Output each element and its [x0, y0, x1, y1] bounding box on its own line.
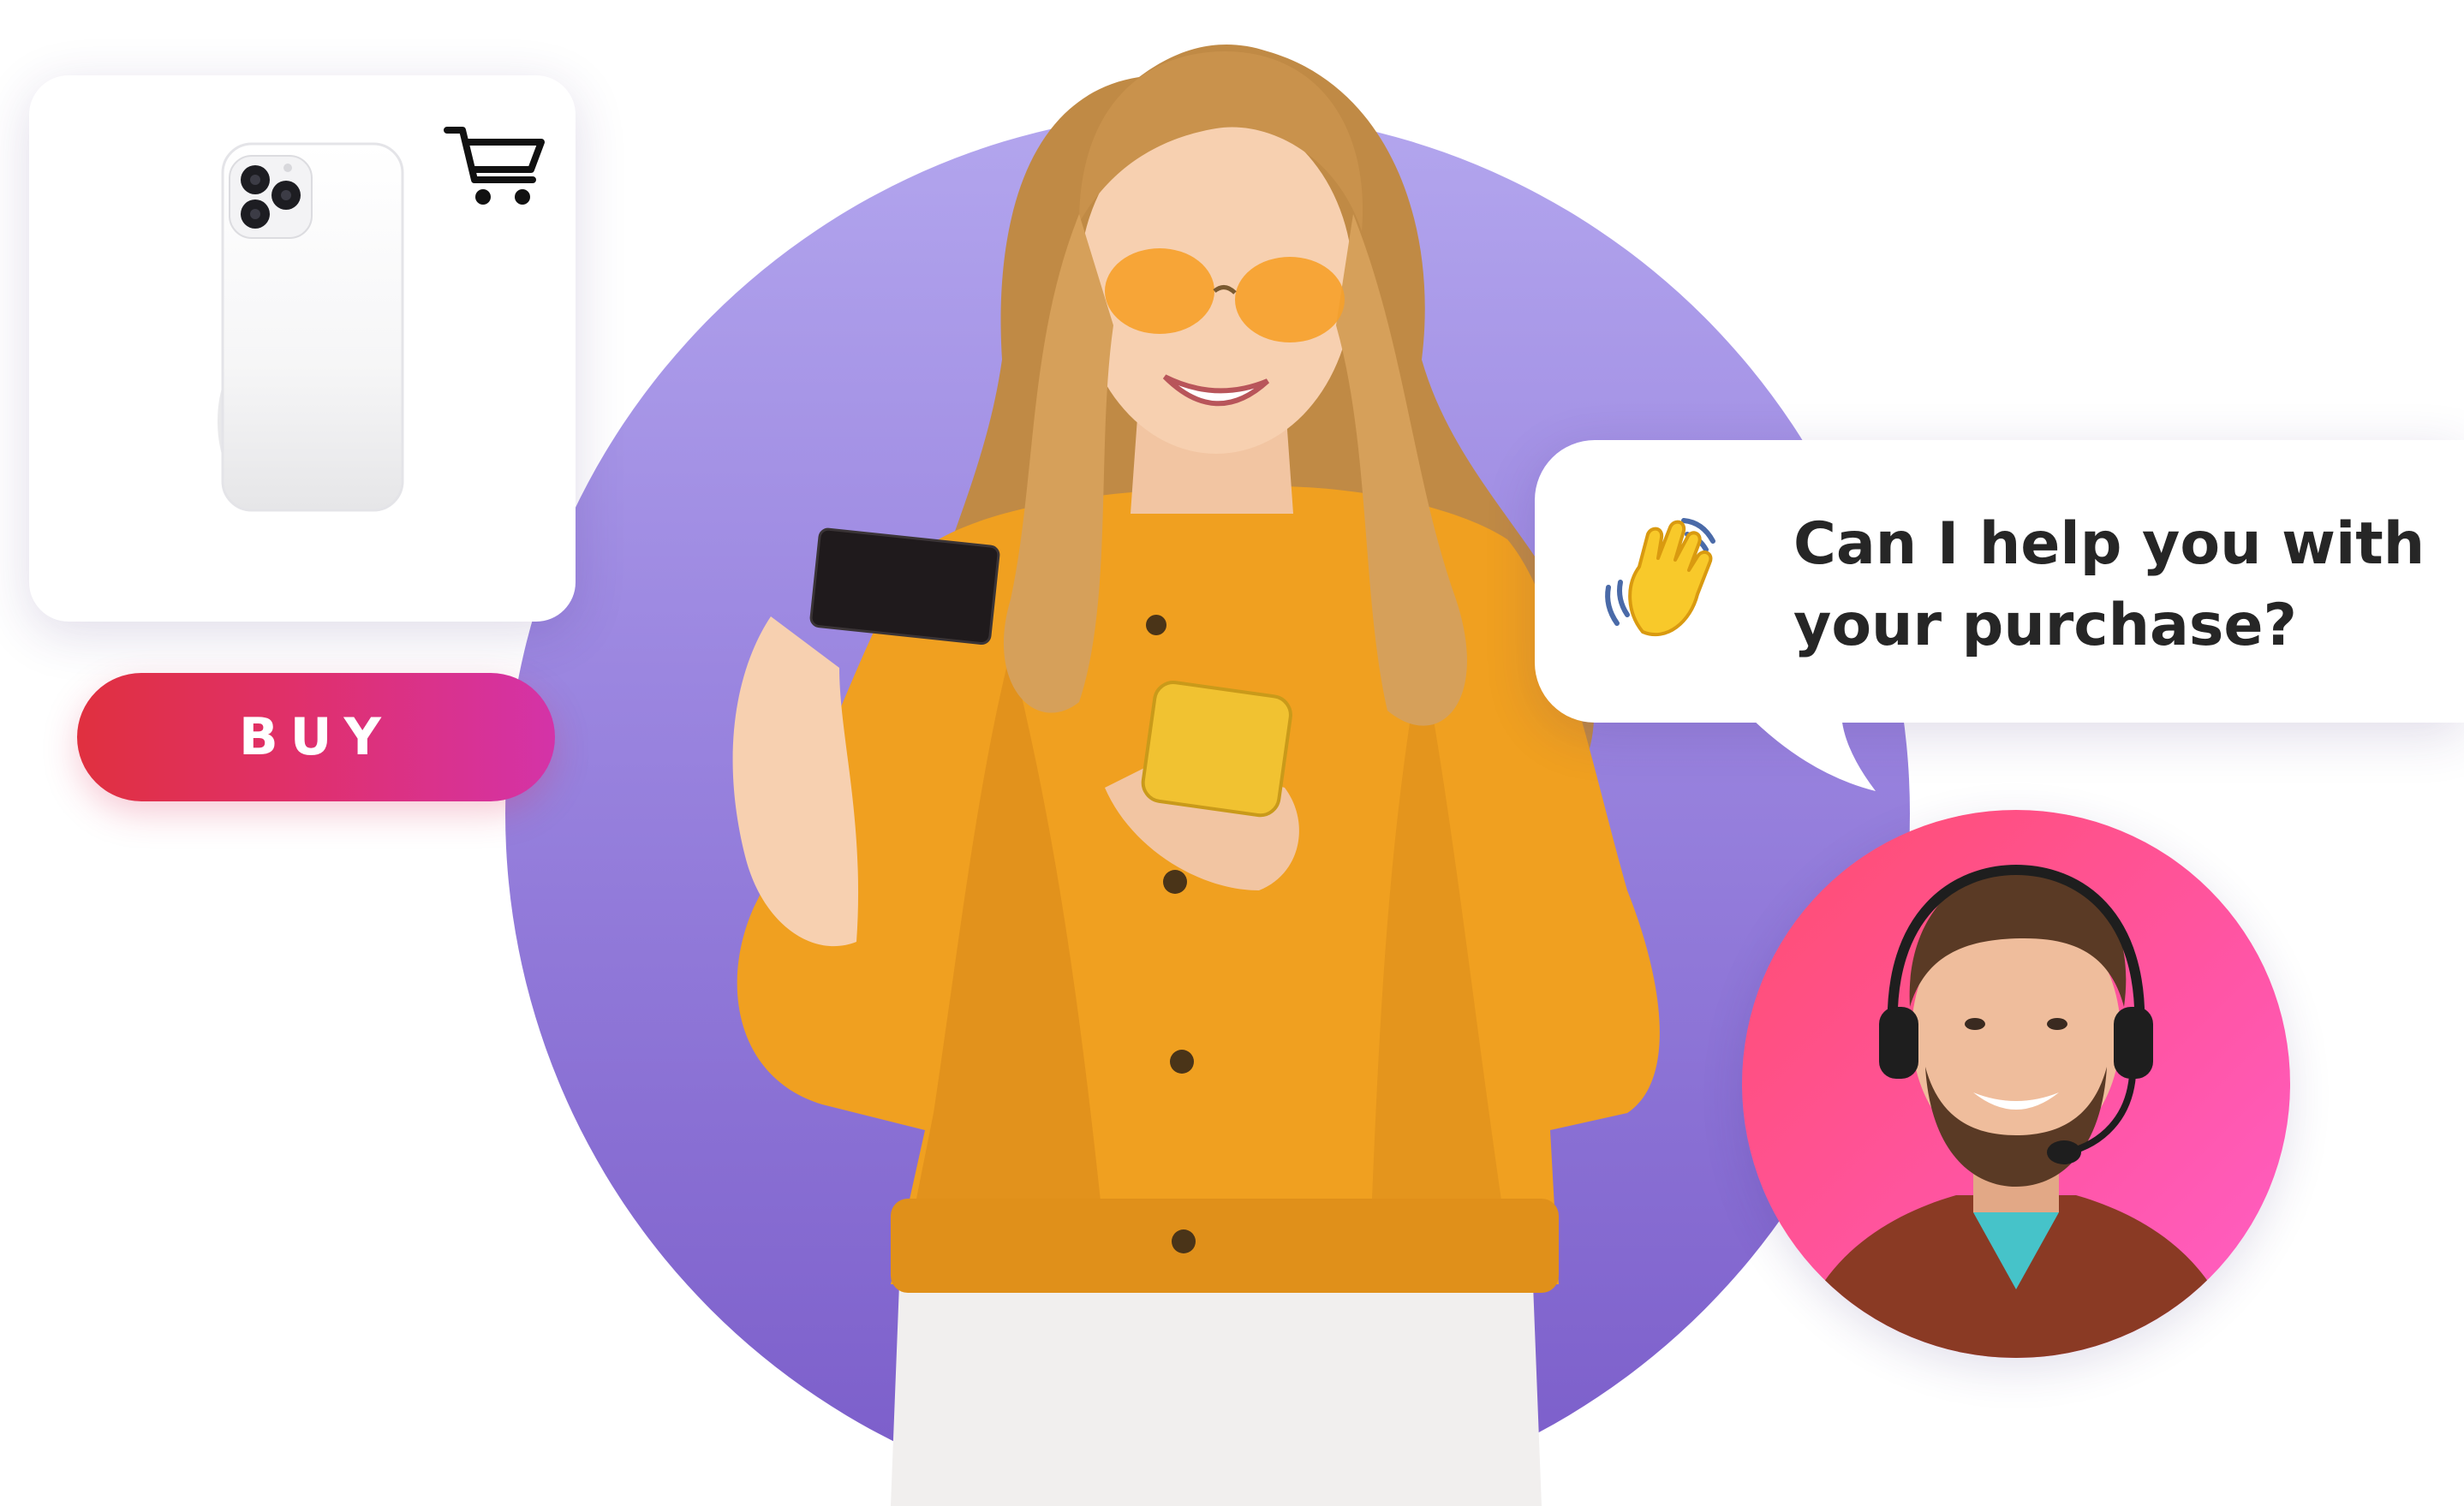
buy-button[interactable]: BUY [77, 673, 555, 801]
chat-message-line-2: your purchase? [1793, 592, 2297, 659]
smartphone-product-image [218, 142, 404, 512]
waving-hand-icon [1605, 518, 1715, 637]
support-agent-image [1793, 864, 2239, 1358]
support-agent-avatar[interactable] [1742, 810, 2290, 1358]
shopping-cart-icon[interactable] [444, 123, 548, 209]
chat-message-line-1: Can I help you with [1793, 510, 2425, 578]
hero-illustration: BUY Can I help you with your purchase? [0, 0, 2464, 1506]
chat-message: Can I help you with your purchase? [1793, 503, 2425, 666]
product-card[interactable] [29, 75, 576, 622]
chat-bubble-tail [1747, 714, 1876, 791]
